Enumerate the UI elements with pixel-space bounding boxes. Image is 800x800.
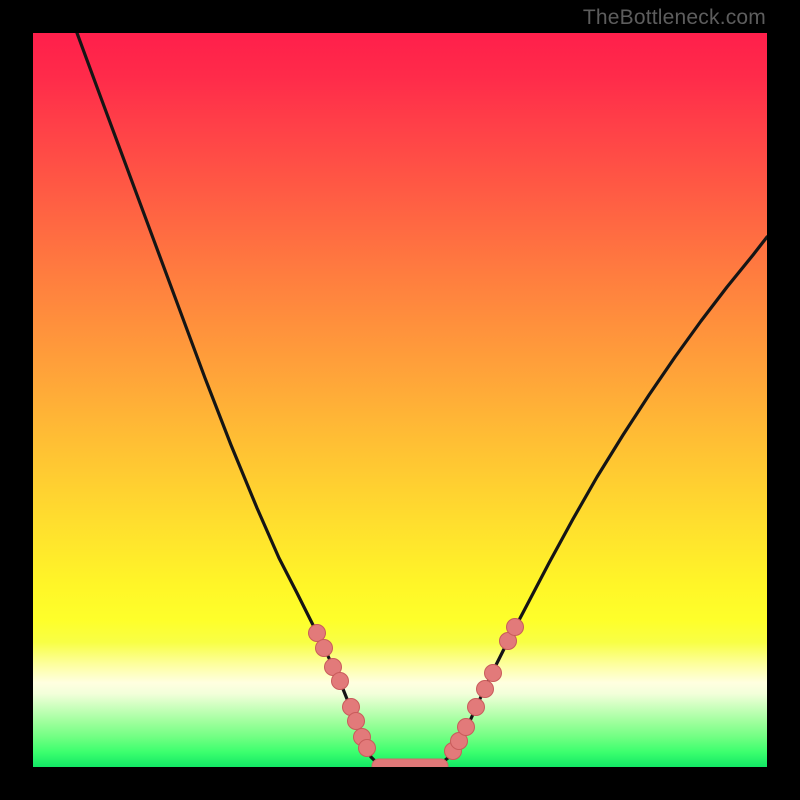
curve-marker	[316, 640, 333, 657]
flat-highlight	[372, 759, 448, 767]
curve-marker	[477, 681, 494, 698]
curve-marker	[332, 673, 349, 690]
curve-marker	[309, 625, 326, 642]
markers-right-group	[445, 619, 524, 760]
curve-marker	[348, 713, 365, 730]
chart-frame: TheBottleneck.com	[0, 0, 800, 800]
curve-marker	[359, 740, 376, 757]
bottleneck-curve	[77, 33, 767, 767]
curve-marker	[507, 619, 524, 636]
curve-layer	[33, 33, 767, 767]
curve-marker	[485, 665, 502, 682]
curve-marker	[468, 699, 485, 716]
watermark-text: TheBottleneck.com	[583, 6, 766, 30]
curve-marker	[458, 719, 475, 736]
plot-area	[33, 33, 767, 767]
